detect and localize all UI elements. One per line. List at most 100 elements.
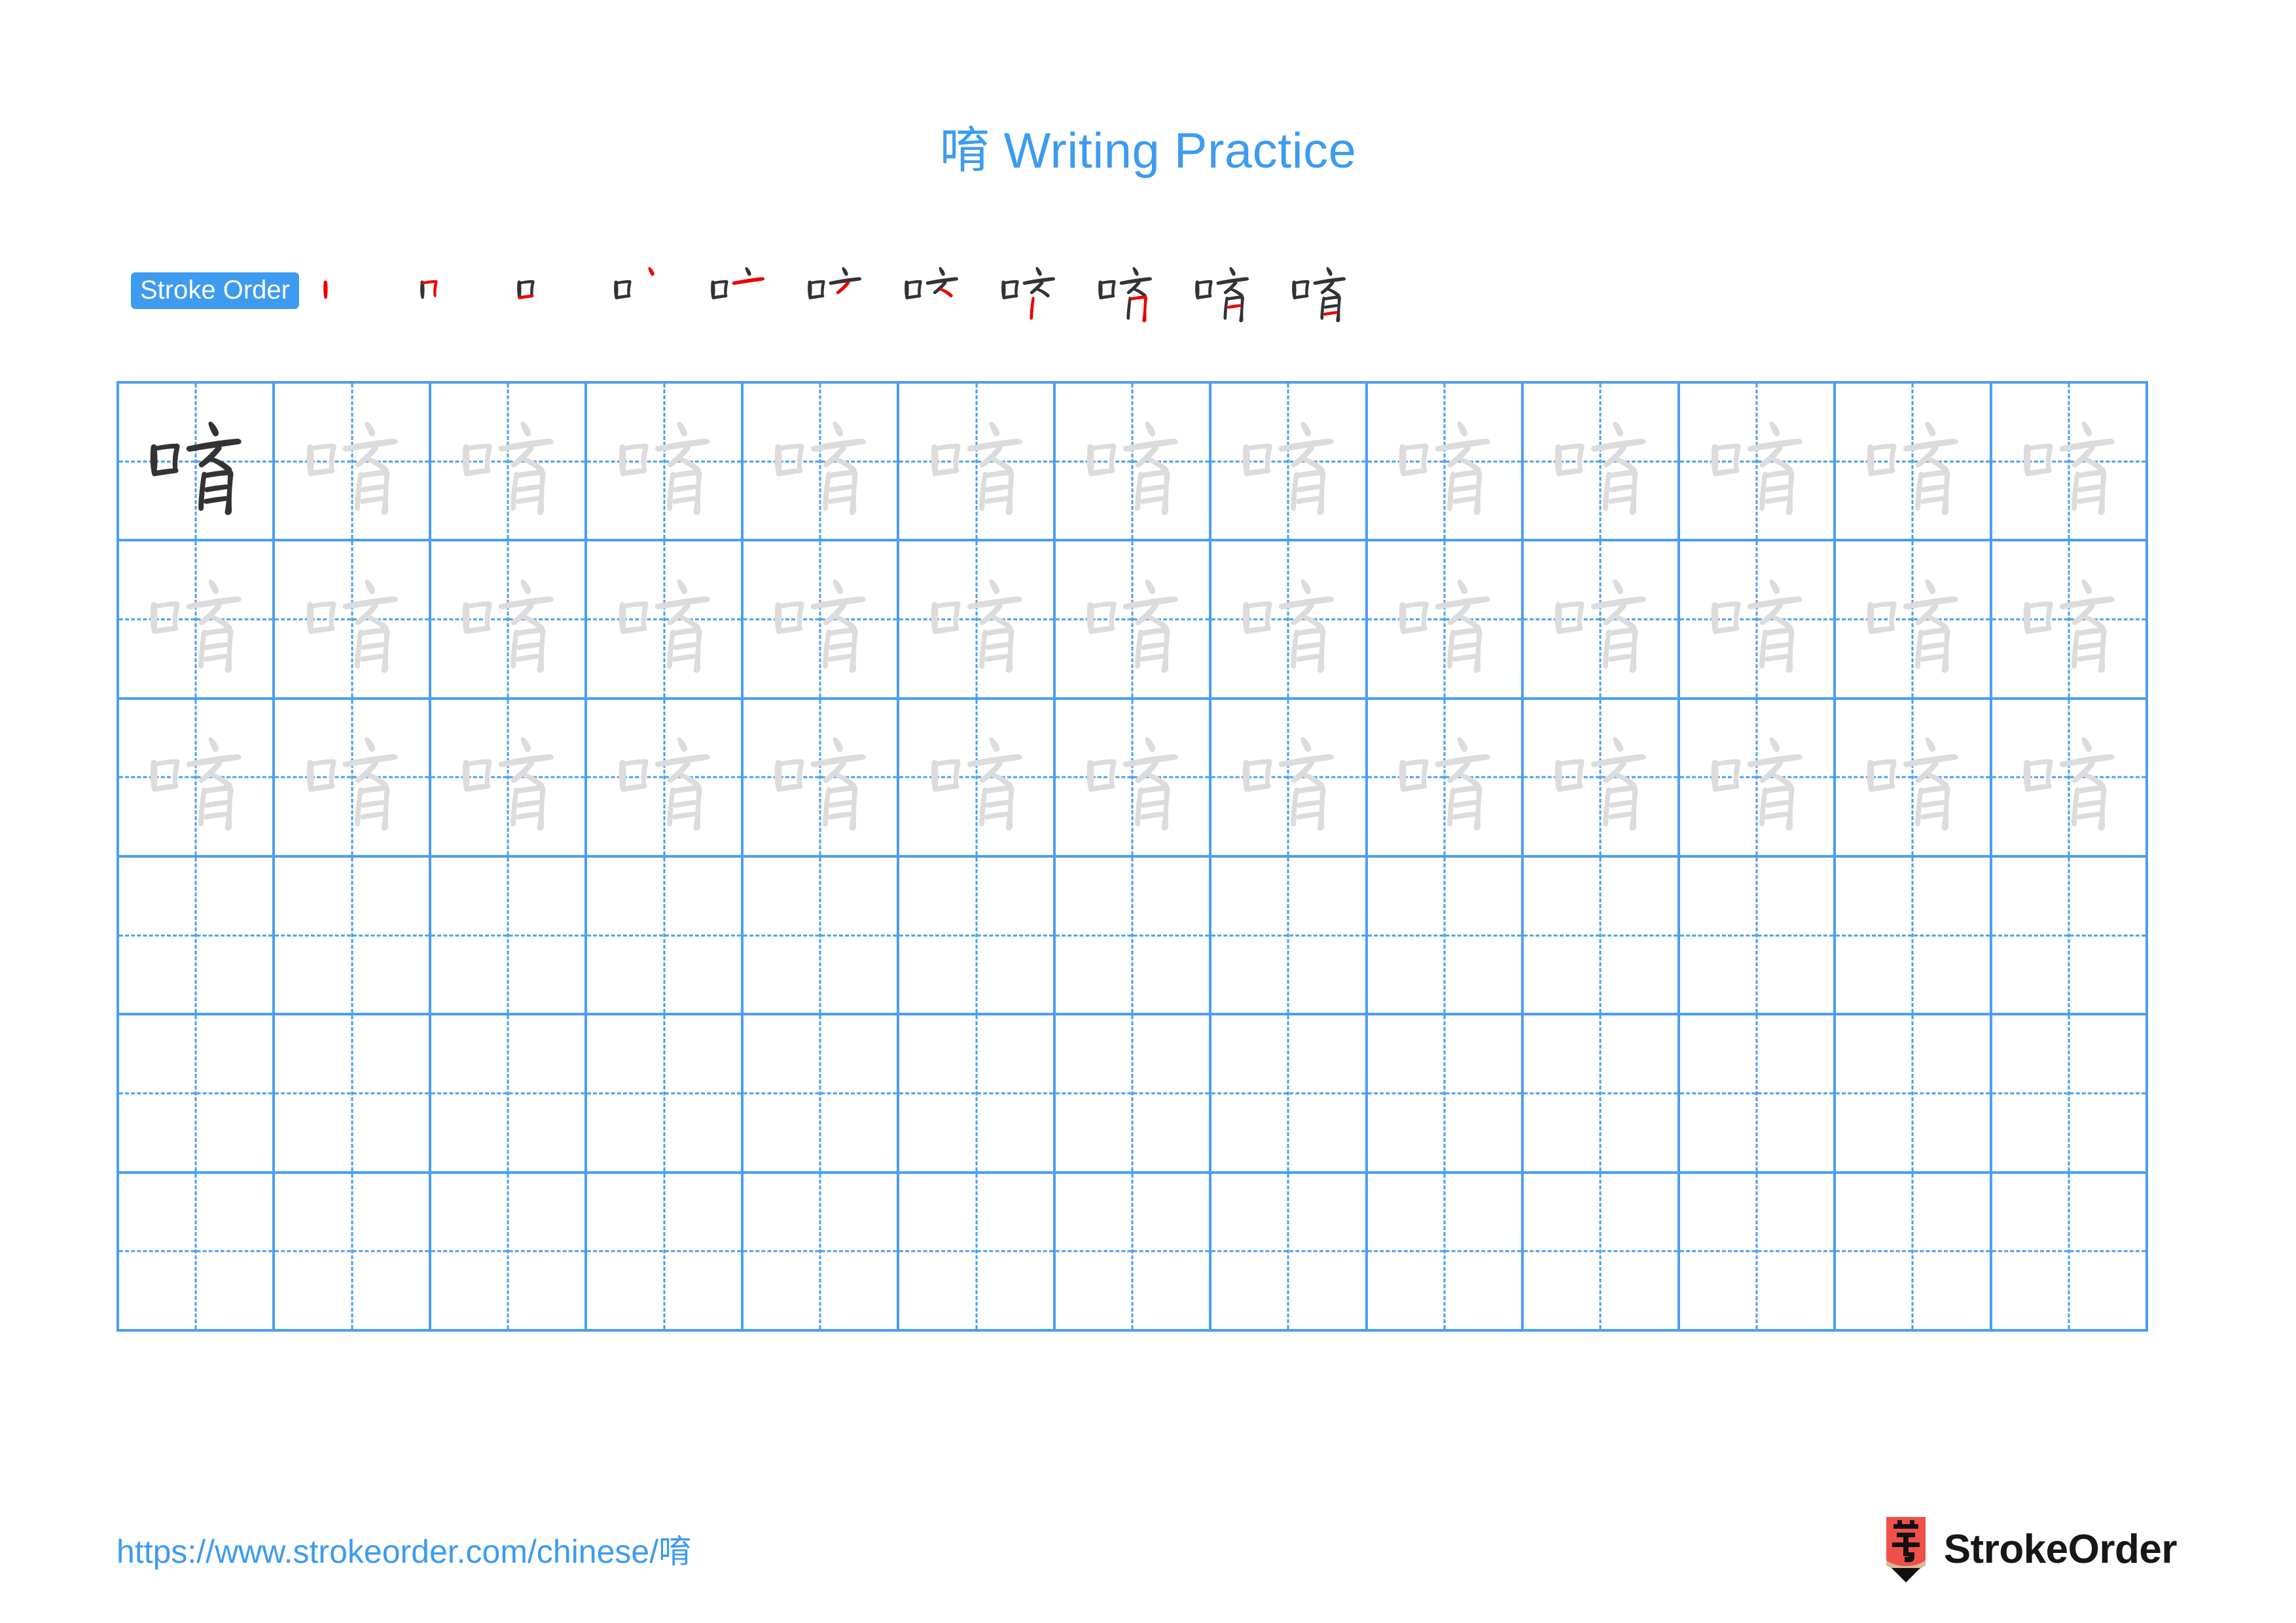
page-title-suffix: Writing Practice xyxy=(990,123,1357,179)
stroke-order-section: Stroke Order xyxy=(131,254,1367,327)
grid-cell-tracing-character xyxy=(587,541,744,700)
grid-cell-tracing-character xyxy=(431,541,588,700)
grid-cell-blank xyxy=(743,1173,900,1332)
grid-cell-tracing-character xyxy=(275,384,431,542)
stroke-step-2 xyxy=(399,254,495,327)
grid-cell-tracing-character xyxy=(1836,541,1992,700)
grid-cell-tracing-character xyxy=(1211,541,1368,700)
grid-cell-tracing-character xyxy=(1524,699,1680,858)
grid-cell-tracing-character xyxy=(1211,384,1368,542)
footer-url-text: https://www.strokeorder.com/chinese/ xyxy=(117,1533,659,1570)
page-title-character: 唷 xyxy=(939,121,990,179)
stroke-step-9 xyxy=(1077,254,1174,327)
grid-cell-blank xyxy=(1992,857,2148,1016)
grid-cell-tracing-character xyxy=(1992,699,2148,858)
grid-cell-blank xyxy=(1679,1015,1837,1174)
grid-cell-blank xyxy=(1992,1015,2148,1174)
grid-cell-blank xyxy=(1679,857,1837,1016)
grid-cell-blank xyxy=(1055,857,1212,1016)
grid-cell-blank xyxy=(899,857,1056,1016)
grid-cell-tracing-character xyxy=(1992,384,2148,542)
grid-cell-blank xyxy=(1836,1173,1992,1332)
grid-cell-tracing-character xyxy=(1211,699,1368,858)
stroke-step-10 xyxy=(1174,254,1270,327)
stroke-step-1 xyxy=(302,254,399,327)
grid-cell-tracing-character xyxy=(899,541,1056,700)
stroke-step-7 xyxy=(883,254,980,327)
grid-cell-blank xyxy=(431,1015,588,1174)
grid-cell-blank xyxy=(1524,857,1680,1016)
grid-cell-tracing-character xyxy=(899,699,1056,858)
grid-cell-blank xyxy=(1055,1015,1212,1174)
grid-cell-blank xyxy=(1367,1173,1524,1332)
grid-cell-tracing-character xyxy=(1992,541,2148,700)
grid-cell-tracing-character xyxy=(1367,541,1524,700)
grid-cell-tracing-character xyxy=(1836,384,1992,542)
stroke-step-list xyxy=(302,254,1367,327)
stroke-order-badge: Stroke Order xyxy=(131,272,299,309)
grid-cell-blank xyxy=(275,857,431,1016)
pencil-logo-icon xyxy=(1882,1517,1929,1582)
grid-cell-blank xyxy=(119,1015,276,1174)
grid-cell-blank xyxy=(743,857,900,1016)
grid-cell-blank xyxy=(1836,1015,1992,1174)
grid-cell-blank xyxy=(1367,857,1524,1016)
grid-cell-tracing-character xyxy=(119,699,276,858)
grid-cell-blank xyxy=(1524,1015,1680,1174)
stroke-step-4 xyxy=(592,254,689,327)
page-title: 唷 Writing Practice xyxy=(0,110,2296,182)
footer-url-character: 唷 xyxy=(658,1533,692,1571)
grid-cell-blank xyxy=(1679,1173,1837,1332)
grid-cell-tracing-character xyxy=(1679,541,1837,700)
stroke-step-5 xyxy=(689,254,786,327)
grid-cell-tracing-character xyxy=(1367,699,1524,858)
grid-cell-blank xyxy=(899,1173,1056,1332)
grid-cell-blank xyxy=(1211,1173,1368,1332)
grid-cell-tracing-character xyxy=(1524,541,1680,700)
stroke-step-6 xyxy=(786,254,883,327)
grid-cell-blank xyxy=(587,1015,744,1174)
grid-cell-tracing-character xyxy=(431,699,588,858)
grid-cell-tracing-character xyxy=(1367,384,1524,542)
grid-cell-tracing-character xyxy=(1055,541,1212,700)
grid-cell-blank xyxy=(119,857,276,1016)
grid-cell-blank xyxy=(743,1015,900,1174)
grid-cell-blank xyxy=(1367,1015,1524,1174)
grid-cell-tracing-character xyxy=(1679,384,1837,542)
grid-cell-tracing-character xyxy=(1055,384,1212,542)
grid-cell-model-character xyxy=(119,384,276,542)
grid-cell-tracing-character xyxy=(1836,699,1992,858)
grid-cell-tracing-character xyxy=(119,541,276,700)
brand-wordmark: StrokeOrder xyxy=(1943,1527,2178,1572)
footer-url-link[interactable]: https://www.strokeorder.com/chinese/唷 xyxy=(117,1525,691,1573)
grid-cell-blank xyxy=(587,1173,744,1332)
practice-grid xyxy=(117,381,2148,1332)
grid-cell-tracing-character xyxy=(275,541,431,700)
grid-cell-blank xyxy=(119,1173,276,1332)
grid-cell-blank xyxy=(275,1173,431,1332)
grid-cell-tracing-character xyxy=(431,384,588,542)
grid-cell-tracing-character xyxy=(1524,384,1680,542)
grid-cell-blank xyxy=(1055,1173,1212,1332)
grid-cell-blank xyxy=(1211,857,1368,1016)
grid-cell-blank xyxy=(1211,1015,1368,1174)
grid-cell-blank xyxy=(1524,1173,1680,1332)
grid-cell-blank xyxy=(431,1173,588,1332)
grid-cell-tracing-character xyxy=(899,384,1056,542)
grid-cell-tracing-character xyxy=(587,699,744,858)
grid-cell-tracing-character xyxy=(743,699,900,858)
grid-cell-tracing-character xyxy=(1055,699,1212,858)
grid-cell-blank xyxy=(1992,1173,2148,1332)
grid-cell-blank xyxy=(899,1015,1056,1174)
grid-cell-tracing-character xyxy=(1679,699,1837,858)
brand-logo: StrokeOrder xyxy=(1882,1514,2178,1586)
grid-cell-tracing-character xyxy=(275,699,431,858)
grid-cell-blank xyxy=(1836,857,1992,1016)
grid-cell-blank xyxy=(275,1015,431,1174)
stroke-step-11 xyxy=(1270,254,1367,327)
stroke-step-8 xyxy=(980,254,1077,327)
stroke-step-3 xyxy=(495,254,592,327)
grid-cell-tracing-character xyxy=(743,541,900,700)
grid-cell-blank xyxy=(587,857,744,1016)
grid-cell-tracing-character xyxy=(587,384,744,542)
